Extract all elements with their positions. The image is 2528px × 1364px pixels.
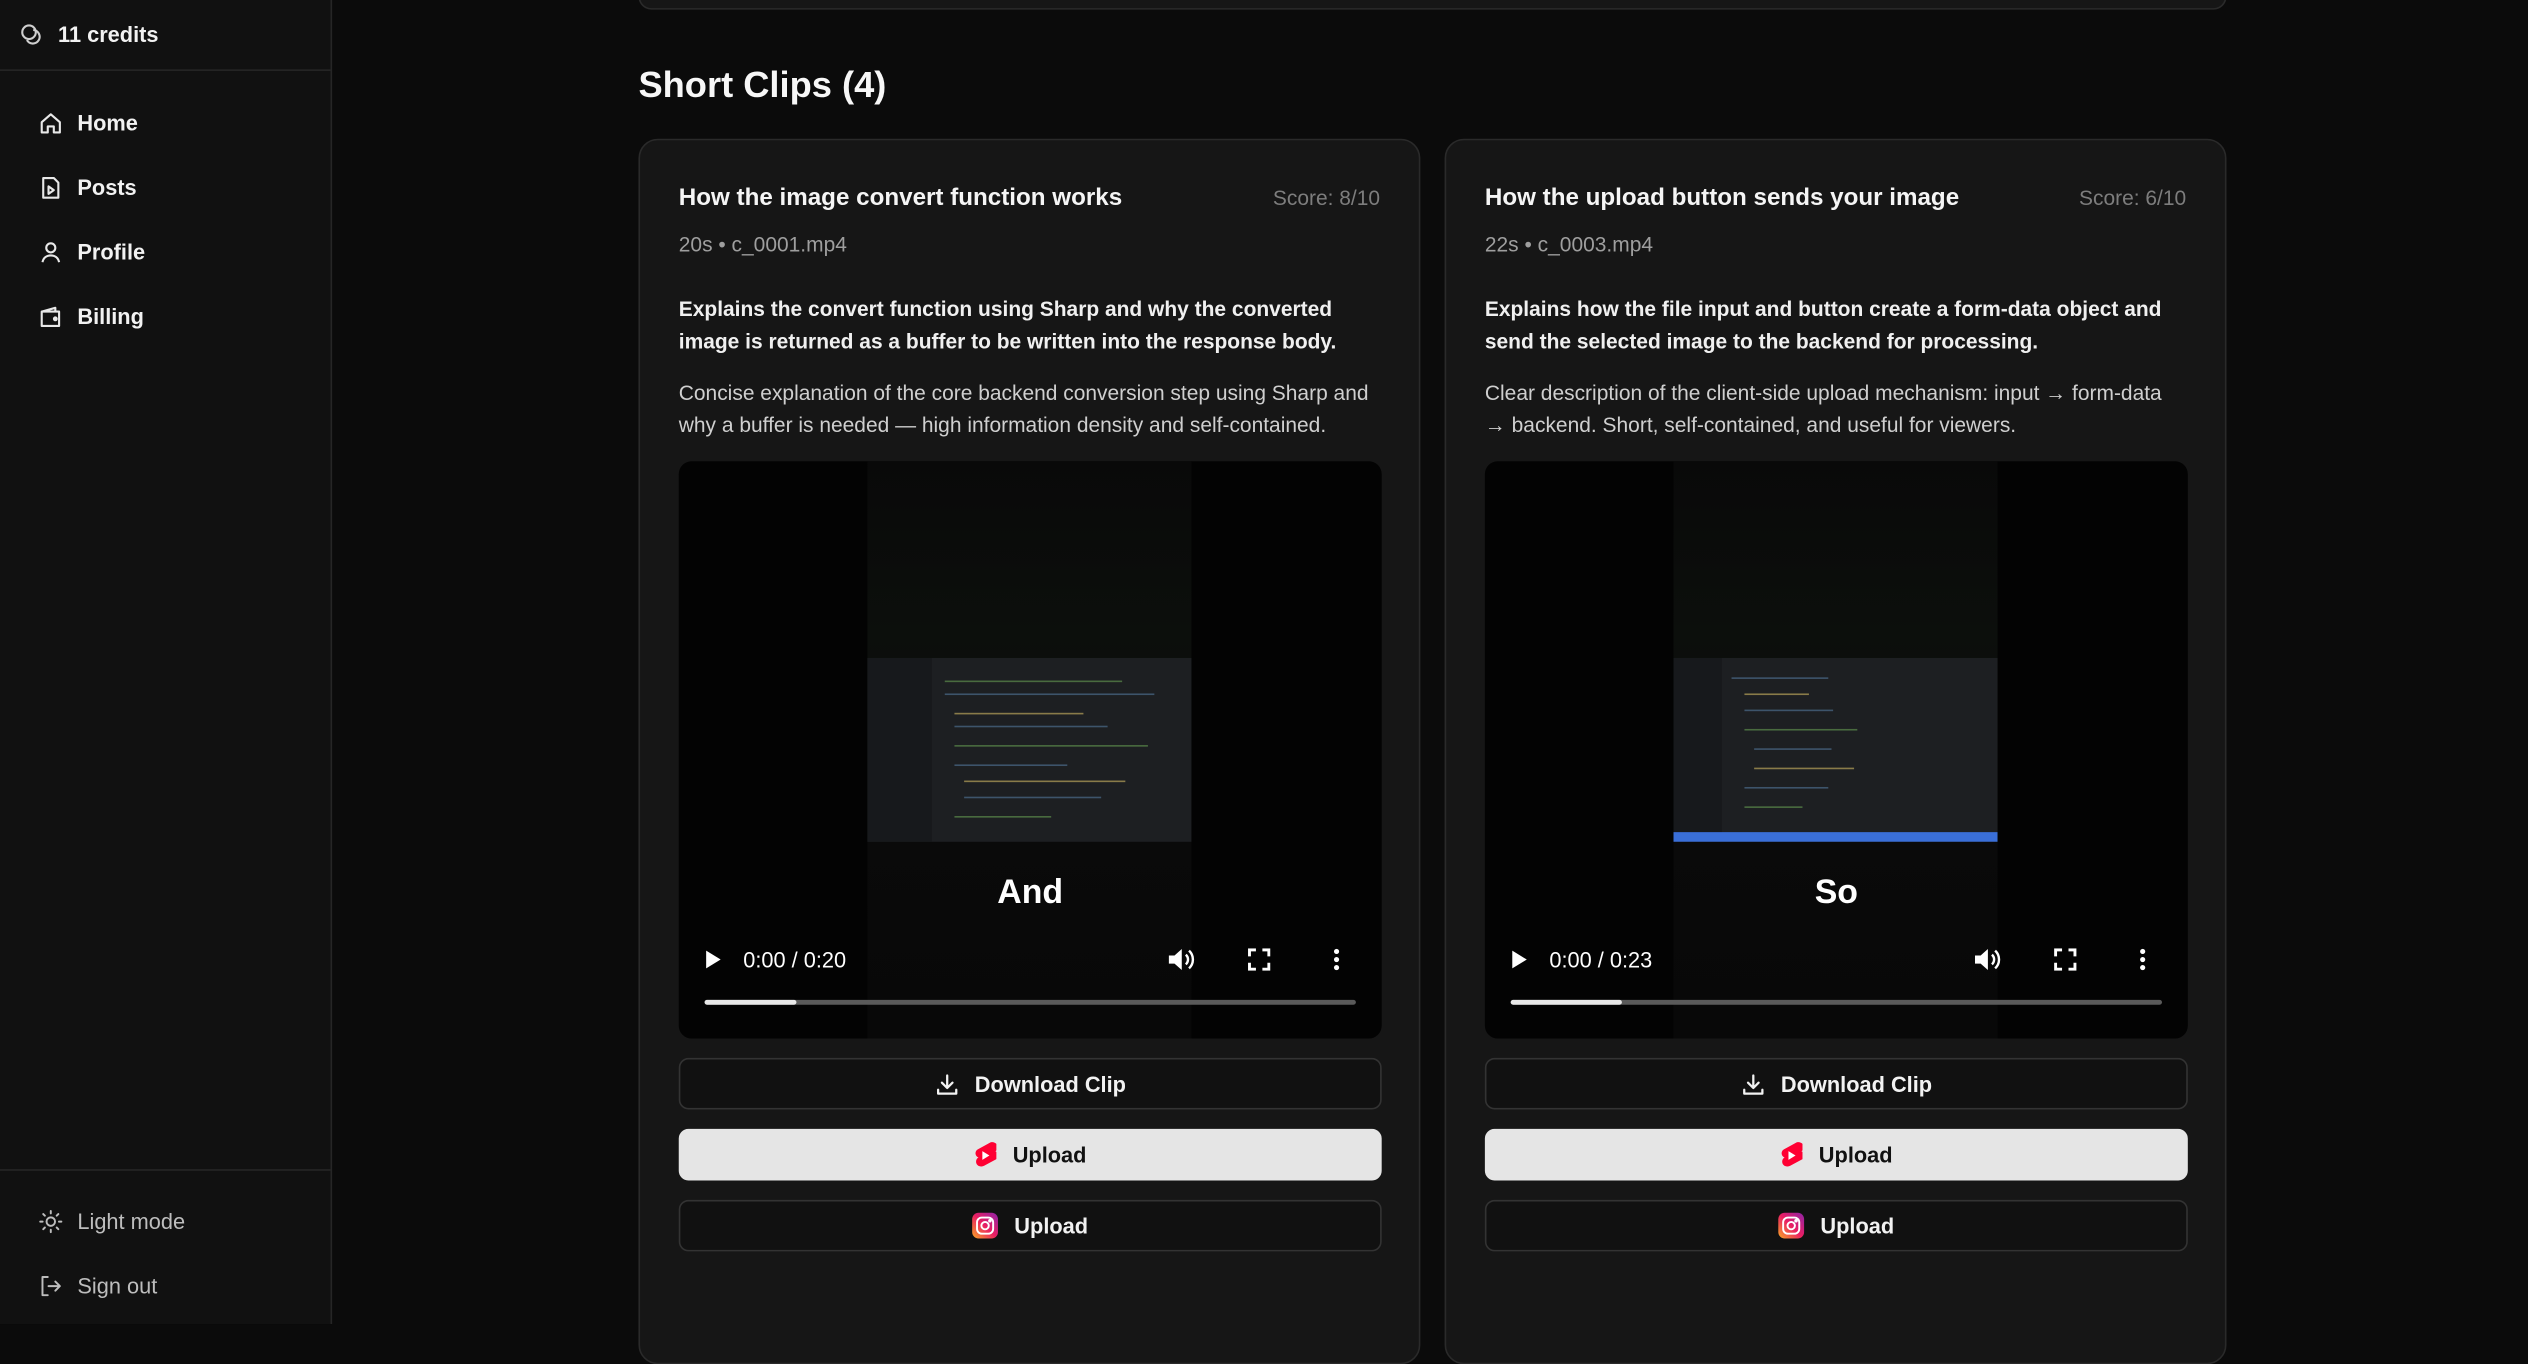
video-caption: And xyxy=(997,874,1064,912)
sign-out-icon xyxy=(41,1275,61,1296)
download-label: Download Clip xyxy=(974,1071,1126,1096)
wallet-icon xyxy=(40,305,61,327)
upload-instagram-button[interactable]: Upload xyxy=(678,1199,1382,1252)
posts-icon xyxy=(42,176,60,198)
volume-icon xyxy=(1974,949,2001,971)
upload-label: Upload xyxy=(1012,1142,1087,1167)
download-clip-button[interactable]: Download Clip xyxy=(1484,1057,2188,1110)
coins-icon xyxy=(21,23,41,44)
clip-header: How the upload button sends your image S… xyxy=(1485,184,2186,211)
sign-out-label: Sign out xyxy=(77,1273,158,1298)
volume-button[interactable] xyxy=(1159,947,1204,973)
clip-reason: Clear description of the client-side upl… xyxy=(1484,380,2162,438)
clip-reason: Concise explanation of the core backend … xyxy=(678,380,1369,438)
download-label: Download Clip xyxy=(1780,1071,1933,1096)
sidebar-item-label: Profile xyxy=(77,239,146,264)
video-progress-bar[interactable] xyxy=(1510,999,2163,1005)
play-icon[interactable] xyxy=(1507,948,1530,971)
clip-title: How the upload button sends your image xyxy=(1484,183,1960,212)
video-time: 0:00 / 0:23 xyxy=(1549,947,1653,972)
credits-indicator: 11 credits xyxy=(0,0,331,71)
upload-label: Upload xyxy=(1014,1213,1089,1238)
download-icon xyxy=(1742,1073,1763,1094)
theme-toggle-label: Light mode xyxy=(77,1208,186,1233)
video-progress-fill xyxy=(704,999,796,1005)
sun-icon xyxy=(39,1209,63,1233)
youtube-shorts-icon xyxy=(975,1141,997,1166)
clip-header: How the image convert function works Sco… xyxy=(679,184,1380,211)
sidebar-item-label: Home xyxy=(77,110,138,135)
download-clip-button[interactable]: Download Clip xyxy=(678,1057,1382,1110)
taskbar xyxy=(1673,832,1998,842)
video-screenshot xyxy=(867,657,1192,842)
video-time: 0:00 / 0:20 xyxy=(743,947,847,972)
clip-score: Score: 8/10 xyxy=(1272,185,1381,210)
video-controls: 0:00 / 0:20 xyxy=(679,935,1382,983)
instagram-icon xyxy=(1778,1212,1805,1239)
more-options-button[interactable] xyxy=(1314,948,1359,971)
more-options-button[interactable] xyxy=(2120,948,2165,971)
more-vertical-icon xyxy=(2140,948,2146,971)
clip-score: Score: 6/10 xyxy=(2078,185,2187,210)
video-caption: So xyxy=(1814,874,1858,912)
upload-youtube-shorts-button[interactable]: Upload xyxy=(678,1128,1382,1181)
sidebar-item-profile[interactable]: Profile xyxy=(0,219,331,284)
clip-card: How the image convert function works Sco… xyxy=(638,138,1421,1364)
sidebar-footer: Light mode Sign out xyxy=(0,1169,331,1324)
video-player[interactable]: And 0:00 / 0:20 xyxy=(678,461,1382,1039)
sidebar-item-label: Billing xyxy=(77,303,144,329)
video-progress-fill xyxy=(1510,999,1622,1005)
clip-summary: Explains how the file input and button c… xyxy=(1484,296,2162,354)
download-icon xyxy=(936,1073,957,1094)
volume-button[interactable] xyxy=(1965,947,2010,973)
upload-youtube-shorts-button[interactable]: Upload xyxy=(1484,1128,2188,1181)
fullscreen-button[interactable] xyxy=(1237,948,1282,971)
home-icon xyxy=(40,112,61,133)
fullscreen-button[interactable] xyxy=(2043,948,2088,971)
section-title: Short Clips (4) xyxy=(638,64,887,105)
user-icon xyxy=(41,241,61,262)
sidebar-item-posts[interactable]: Posts xyxy=(0,155,331,220)
credits-count: 11 credits xyxy=(58,22,159,47)
fullscreen-icon xyxy=(1248,948,1271,971)
video-controls: 0:00 / 0:23 xyxy=(1485,935,2188,983)
upload-label: Upload xyxy=(1820,1213,1895,1238)
youtube-shorts-icon xyxy=(1781,1141,1803,1166)
upload-label: Upload xyxy=(1818,1142,1893,1167)
previous-section-card xyxy=(638,0,2227,10)
video-progress-bar[interactable] xyxy=(704,999,1356,1005)
instagram-icon xyxy=(972,1212,999,1239)
sidebar: 11 credits Home Posts Profile Billing Li… xyxy=(0,0,333,1325)
upload-instagram-button[interactable]: Upload xyxy=(1484,1199,2188,1252)
clip-title: How the image convert function works xyxy=(678,183,1123,212)
sidebar-item-label: Posts xyxy=(77,174,137,200)
sign-out-button[interactable]: Sign out xyxy=(0,1253,331,1318)
fullscreen-icon xyxy=(2054,948,2077,971)
clip-card: How the upload button sends your image S… xyxy=(1444,138,2227,1364)
sidebar-item-home[interactable]: Home xyxy=(0,90,331,155)
sidebar-item-billing[interactable]: Billing xyxy=(0,284,331,349)
clip-meta: 20s • c_0001.mp4 xyxy=(678,232,847,257)
theme-toggle[interactable]: Light mode xyxy=(0,1189,331,1254)
video-screenshot xyxy=(1673,657,1998,842)
more-vertical-icon xyxy=(1333,948,1340,971)
video-player[interactable]: So 0:00 / 0:23 xyxy=(1484,461,2188,1039)
sidebar-nav: Home Posts Profile Billing xyxy=(0,71,331,348)
volume-icon xyxy=(1168,949,1195,971)
clip-meta: 22s • c_0003.mp4 xyxy=(1484,232,1654,257)
play-icon[interactable] xyxy=(701,948,724,971)
clip-summary: Explains the convert function using Shar… xyxy=(678,296,1337,354)
